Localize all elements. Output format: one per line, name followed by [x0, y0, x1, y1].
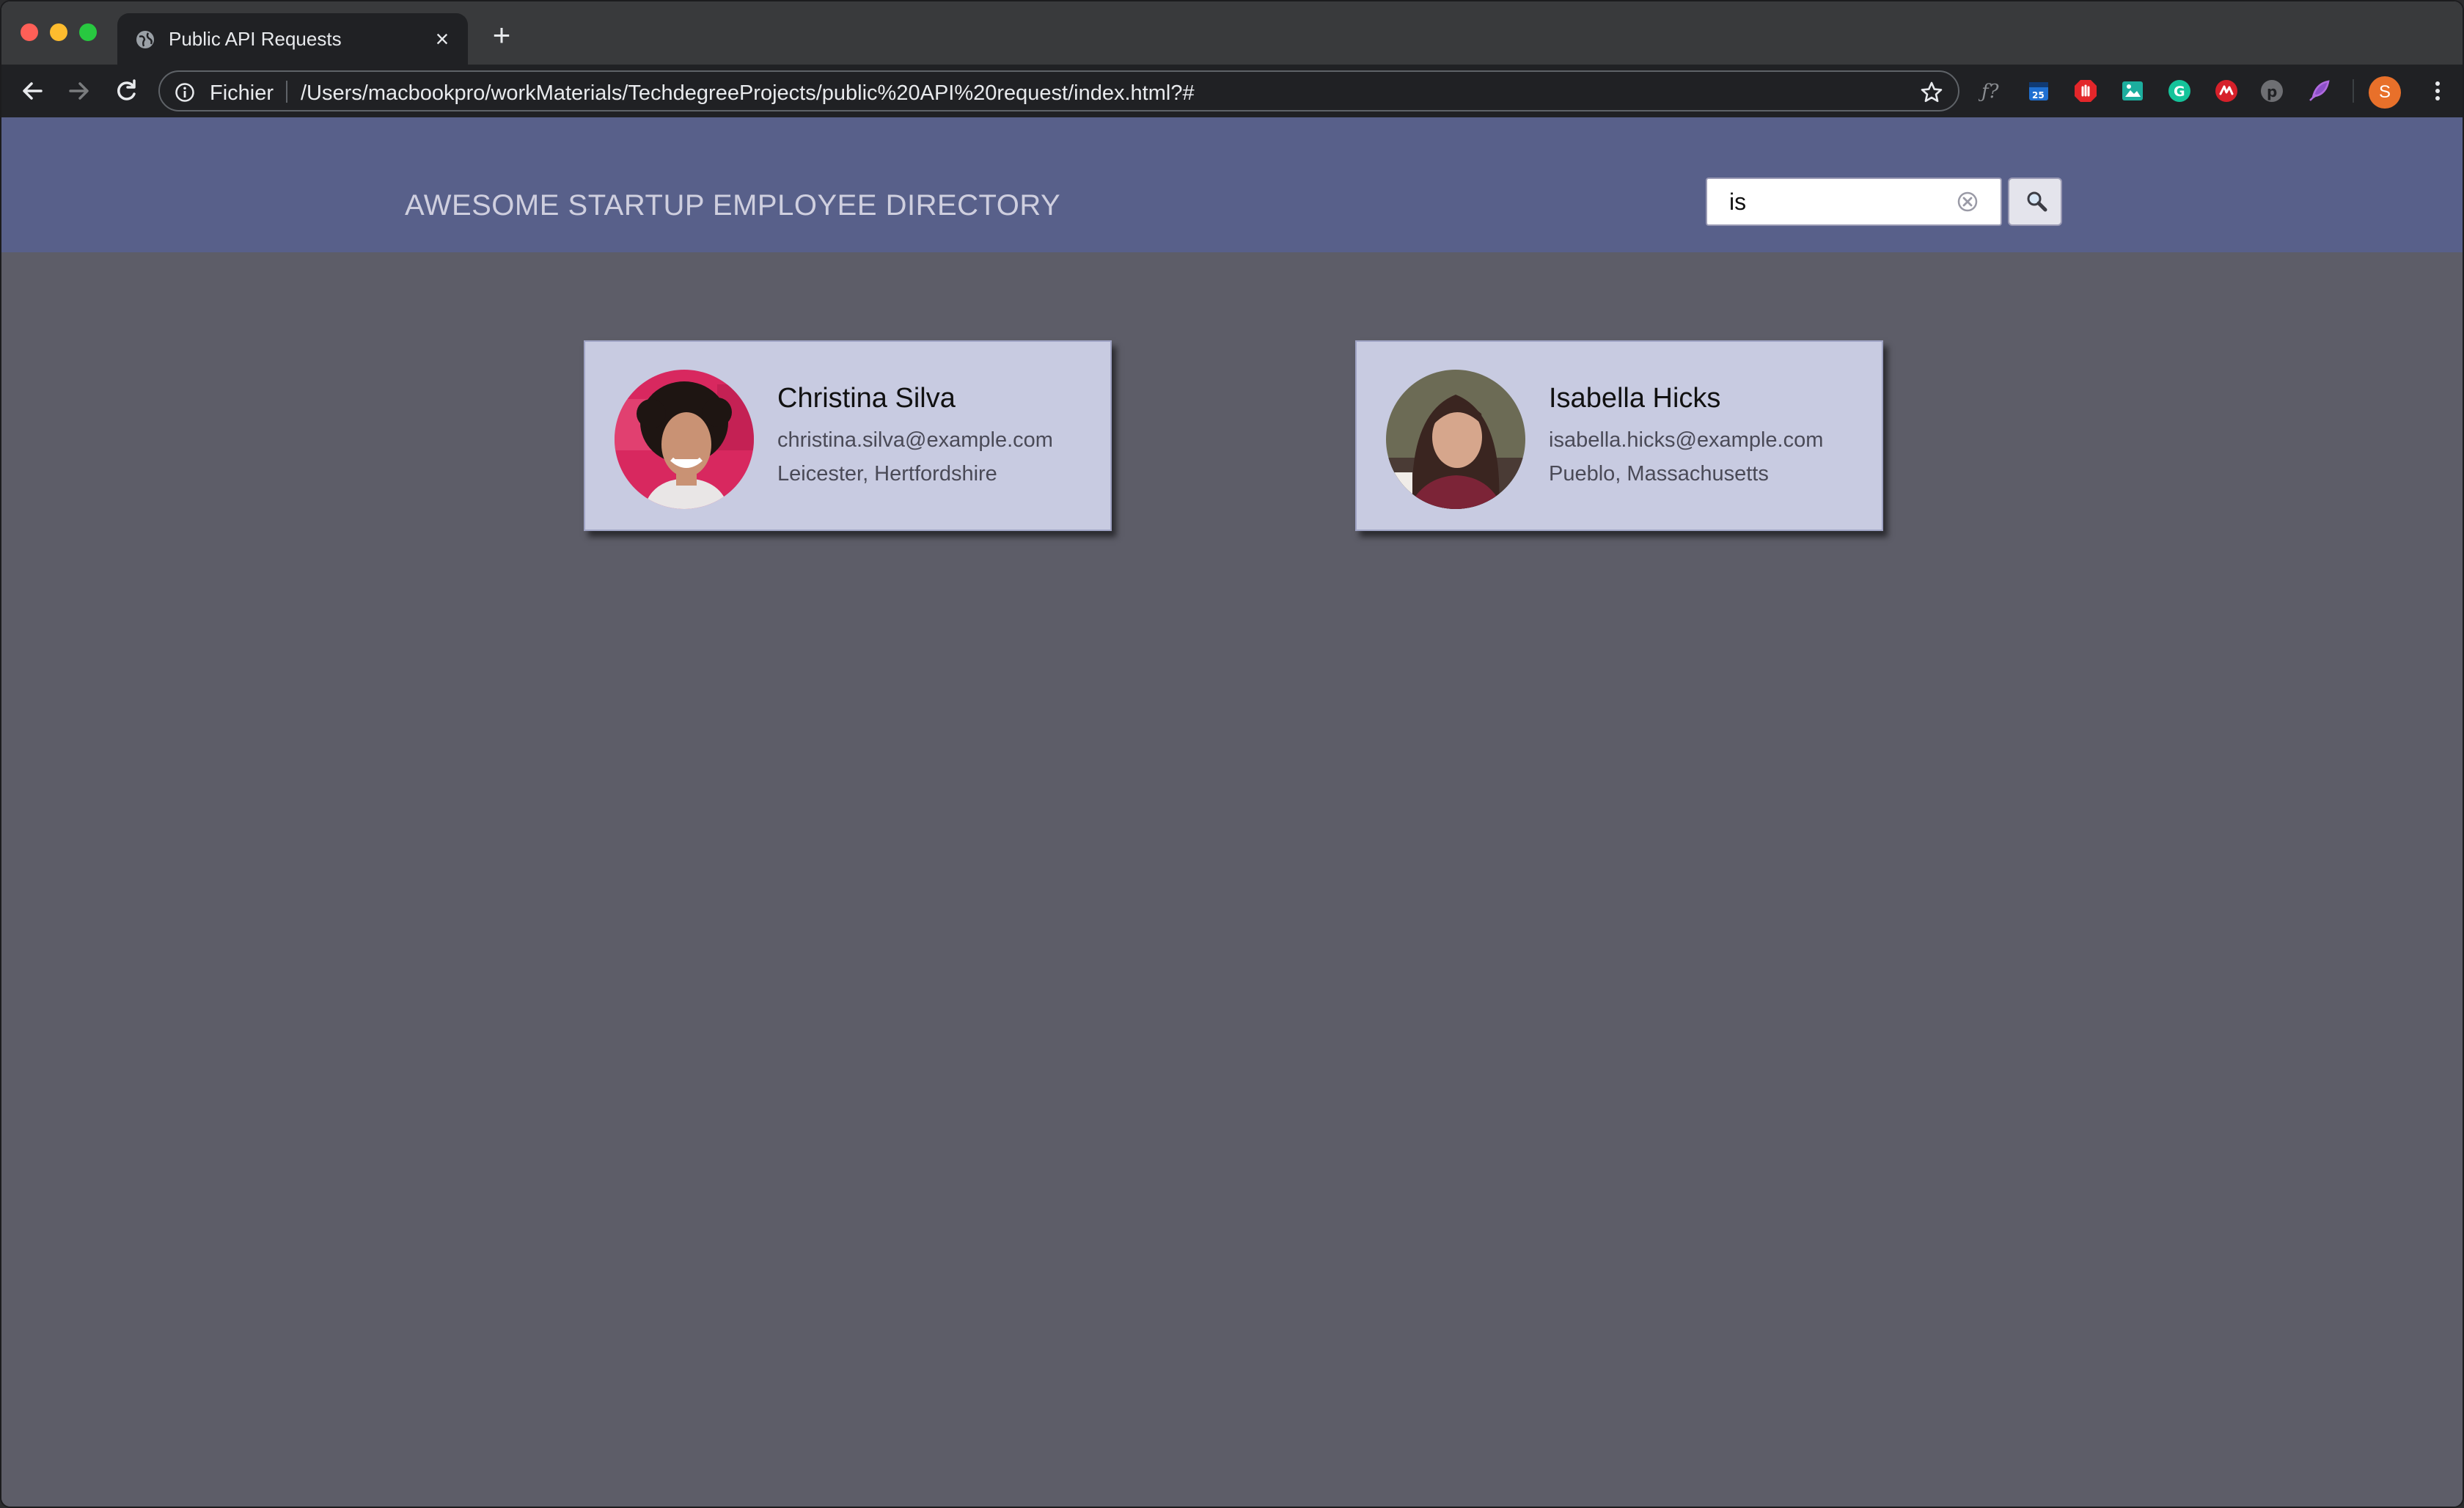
- globe-icon: [136, 31, 154, 48]
- svg-text:G: G: [2174, 84, 2185, 100]
- employee-email: christina.silva@example.com: [777, 428, 1053, 452]
- browser-toolbar: Fichier /Users/macbookpro/workMaterials/…: [1, 65, 2463, 117]
- employee-name: Isabella Hicks: [1549, 383, 1721, 414]
- image-extension-icon[interactable]: [2119, 78, 2146, 104]
- tab-strip: Public API Requests × +: [1, 1, 2463, 65]
- employee-card[interactable]: Isabella Hicks isabella.hicks@example.co…: [1355, 340, 1883, 531]
- url-text[interactable]: /Users/macbookpro/workMaterials/Techdegr…: [301, 81, 1195, 106]
- magnifier-icon: [2027, 191, 2047, 212]
- browser-tab[interactable]: Public API Requests ×: [117, 13, 468, 65]
- page-header: AWESOME STARTUP EMPLOYEE DIRECTORY: [1, 117, 2463, 252]
- tab-title: Public API Requests: [169, 28, 342, 50]
- grammarly-extension-icon[interactable]: G: [2166, 78, 2193, 104]
- employee-card[interactable]: Christina Silva christina.silva@example.…: [584, 340, 1112, 531]
- reload-icon[interactable]: [111, 76, 141, 106]
- window-minimize-button[interactable]: [50, 23, 67, 41]
- search-submit-button[interactable]: [2008, 177, 2062, 226]
- address-divider: [286, 81, 287, 103]
- profile-avatar[interactable]: S: [2369, 76, 2401, 109]
- svg-text:ƒ?: ƒ?: [1979, 81, 2000, 103]
- window-close-button[interactable]: [21, 23, 38, 41]
- forward-arrow-icon[interactable]: [65, 76, 94, 106]
- tab-close-icon[interactable]: ×: [430, 26, 455, 51]
- avatar: [615, 370, 754, 509]
- window-maximize-button[interactable]: [79, 23, 97, 41]
- clear-search-icon[interactable]: [1957, 191, 1979, 213]
- toolbar-divider: [2353, 79, 2354, 103]
- formula-extension-icon[interactable]: ƒ?: [1979, 78, 2005, 104]
- address-bar[interactable]: Fichier /Users/macbookpro/workMaterials/…: [158, 70, 1959, 111]
- adblock-extension-icon[interactable]: [2072, 78, 2099, 104]
- page-title: AWESOME STARTUP EMPLOYEE DIRECTORY: [405, 189, 1061, 222]
- employee-location: Leicester, Hertfordshire: [777, 462, 997, 486]
- page-content: AWESOME STARTUP EMPLOYEE DIRECTORY is Ch…: [1, 117, 2463, 1507]
- pinterest-extension-icon[interactable]: p: [2259, 78, 2285, 104]
- svg-text:p: p: [2267, 83, 2277, 100]
- browser-window: Public API Requests × + Fichier /Users/m…: [0, 0, 2464, 1508]
- employee-email: isabella.hicks@example.com: [1549, 428, 1824, 452]
- employee-location: Pueblo, Massachusetts: [1549, 462, 1769, 486]
- more-menu-icon[interactable]: [2424, 78, 2451, 104]
- reading-extension-icon[interactable]: [2213, 78, 2240, 104]
- quill-extension-icon[interactable]: [2306, 78, 2332, 104]
- employee-name: Christina Silva: [777, 383, 956, 414]
- info-icon[interactable]: [175, 82, 195, 103]
- new-tab-button[interactable]: +: [488, 20, 515, 51]
- file-scheme-label: Fichier: [210, 81, 274, 105]
- back-arrow-icon[interactable]: [18, 76, 47, 106]
- svg-text:25: 25: [2032, 90, 2045, 100]
- calendar-extension-icon[interactable]: 25: [2025, 78, 2052, 104]
- bookmark-star-icon[interactable]: [1920, 81, 1943, 104]
- avatar: [1386, 370, 1525, 509]
